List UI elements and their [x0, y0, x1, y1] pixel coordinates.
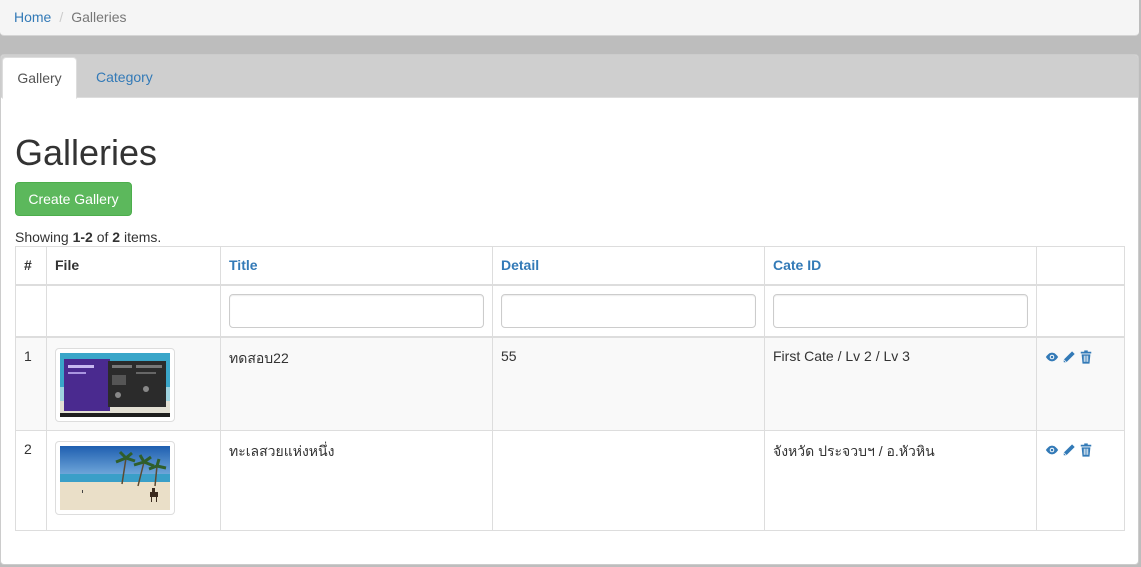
filter-cell-cate-id	[764, 284, 1037, 337]
filter-cell-empty	[1036, 284, 1125, 337]
pencil-icon[interactable]	[1062, 443, 1076, 457]
column-header-actions	[1036, 246, 1125, 286]
row-title: ทะเลสวยแห่งหนึ่ง	[220, 429, 493, 531]
tab-gallery[interactable]: Gallery	[2, 57, 77, 99]
summary-range: 1-2	[72, 229, 93, 245]
table-header-row: # File Title Detail Cate ID	[15, 246, 1125, 286]
eye-icon[interactable]	[1045, 443, 1059, 457]
filter-cell-empty	[15, 284, 47, 337]
filter-cell-empty	[46, 284, 221, 337]
beach-photo-image	[60, 445, 170, 510]
sort-title-link[interactable]: Title	[229, 257, 258, 273]
grid-summary: Showing 1-2 of 2 items.	[15, 229, 161, 246]
filter-cate-id-input[interactable]	[773, 293, 1028, 328]
column-header-cate-id: Cate ID	[764, 246, 1037, 286]
table-row: 2 ทะเลสวยแห่งหนึ่ง จังหวัด ประจวบฯ / อ.ห…	[15, 429, 1125, 531]
trash-icon[interactable]	[1079, 443, 1093, 457]
pencil-icon[interactable]	[1062, 350, 1076, 364]
summary-mid: of	[92, 229, 113, 245]
sort-cate-id-link[interactable]: Cate ID	[773, 257, 821, 273]
table-filter-row	[15, 284, 1125, 337]
row-detail: 55	[492, 336, 765, 431]
row-file-cell	[46, 336, 221, 431]
column-header-number: #	[15, 246, 47, 286]
row-number: 1	[15, 336, 47, 431]
row-cate-id: จังหวัด ประจวบฯ / อ.หัวหิน	[764, 429, 1037, 531]
row-file-cell	[46, 429, 221, 531]
row-number: 2	[15, 429, 47, 531]
filter-title-input[interactable]	[229, 293, 484, 328]
column-header-file: File	[46, 246, 221, 286]
filter-detail-input[interactable]	[501, 293, 756, 328]
column-header-detail: Detail	[492, 246, 765, 286]
windows-desktop-screenshot-image	[60, 352, 170, 417]
filter-cell-title	[220, 284, 493, 337]
page-title: Galleries	[15, 132, 158, 173]
eye-icon[interactable]	[1045, 350, 1059, 364]
main-panel: Gallery Category Galleries Create Galler…	[0, 54, 1139, 565]
thumbnail-image[interactable]	[55, 440, 175, 515]
row-title: ทดสอบ22	[220, 336, 493, 431]
filter-cell-detail	[492, 284, 765, 337]
breadcrumb-separator: /	[59, 9, 64, 25]
breadcrumb-home-link[interactable]: Home	[14, 9, 51, 25]
table-row: 1 ทดสอบ22 55 First Cate / Lv 2 / Lv 3	[15, 336, 1125, 431]
row-detail	[492, 429, 765, 531]
row-actions	[1036, 429, 1125, 531]
tab-category[interactable]: Category	[81, 57, 168, 99]
column-header-title: Title	[220, 246, 493, 286]
summary-suffix: items.	[120, 229, 162, 245]
row-actions	[1036, 336, 1125, 431]
sort-detail-link[interactable]: Detail	[501, 257, 539, 273]
breadcrumb-bar: Home / Galleries	[0, 0, 1139, 36]
summary-prefix: Showing	[15, 229, 73, 245]
thumbnail-image[interactable]	[55, 347, 175, 422]
breadcrumb-current: Galleries	[71, 9, 127, 25]
breadcrumb: Home / Galleries	[14, 9, 127, 26]
summary-total: 2	[112, 229, 121, 245]
trash-icon[interactable]	[1079, 350, 1093, 364]
row-cate-id: First Cate / Lv 2 / Lv 3	[764, 336, 1037, 431]
tab-bar: Gallery Category	[1, 55, 1138, 99]
create-gallery-button[interactable]: Create Gallery	[15, 182, 132, 216]
gallery-table: # File Title Detail Cate ID 1 ทดสอบ22 55…	[15, 246, 1125, 531]
